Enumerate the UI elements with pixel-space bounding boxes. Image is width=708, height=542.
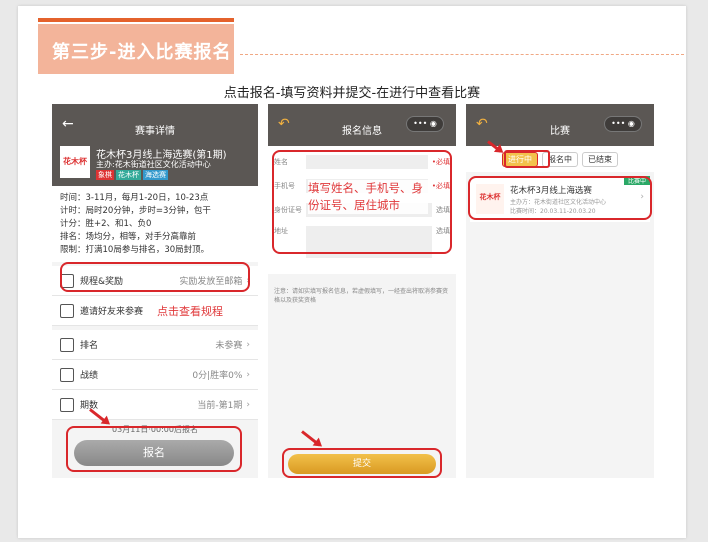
divider (240, 54, 684, 55)
event-organizer: 主办:花木街道社区文化活动中心 (96, 160, 211, 169)
menu-capsule[interactable]: ••• ◉ (406, 116, 444, 132)
highlight-rules (60, 262, 250, 292)
share-icon (60, 303, 74, 318)
record-icon (60, 367, 74, 382)
event-details: 时间：3-11月，每月1-20日，10-23点 计时：局时20分钟，步时=3分钟… (52, 186, 258, 262)
phone-event-detail: ← 赛事详情 花木杯 花木杯3月线上海选赛(第1期) 主办:花木街道社区文化活动… (52, 104, 258, 478)
calendar-icon (60, 397, 74, 412)
highlight-tab (504, 150, 550, 168)
tag: 海选赛 (143, 170, 168, 180)
menu-capsule[interactable]: ••• ◉ (604, 116, 642, 132)
notice: 注意：请如实填写报名信息，若虚假填写，一经查出将取消参赛资格以及获奖资格 (268, 278, 456, 448)
highlight-form (272, 150, 452, 254)
invite-label: 邀请好友来参赛 (80, 307, 144, 317)
chevron-right-icon: › (246, 339, 250, 350)
rank-row[interactable]: 排名 未参赛 › (52, 330, 258, 360)
phone-signup-form: ↶ 报名信息 ••• ◉ 姓名 •必填 手机号 •必填 身份证号 选填 地址 选填 填写… (268, 104, 456, 478)
highlight-card (468, 176, 652, 220)
rank-value: 未参赛 (215, 341, 243, 351)
detail-line: 限制：打满10局参与排名，30局封顶。 (60, 245, 210, 255)
period-row[interactable]: 期数 当前-第1期 › (52, 390, 258, 420)
chevron-right-icon: › (246, 399, 250, 410)
tag-list: 象棋 花木杯 海选赛 (96, 170, 168, 180)
rank-icon (60, 337, 74, 352)
highlight-submit (282, 448, 442, 478)
highlight-signup (66, 426, 242, 472)
nav-bar: ↶ 报名信息 ••• ◉ (268, 104, 456, 146)
tag: 花木杯 (116, 170, 141, 180)
record-label: 战绩 (80, 371, 99, 381)
detail-line: 计时：局时20分钟，步时=3分钟，包干 (60, 206, 211, 216)
rank-label: 排名 (80, 341, 99, 351)
rules-hint: 点击查看规程 (157, 304, 224, 318)
detail-line: 排名：场均分，相等，对手分高靠前 (60, 232, 197, 242)
tutorial-sheet: 第三步-进入比赛报名 点击报名-填写资料并提交-在进行中查看比赛 ← 赛事详情 … (18, 6, 686, 538)
record-row[interactable]: 战绩 0分|胜率0% › (52, 360, 258, 390)
tag: 象棋 (96, 170, 114, 180)
detail-line: 时间：3-11月，每月1-20日，10-23点 (60, 193, 209, 203)
phone-matches: ↶ 比赛 ••• ◉ 进行中 报名中 已结束 比赛中 花木杯 花木杯3月线上海选… (466, 104, 654, 478)
event-logo: 花木杯 (60, 146, 90, 178)
step-title: 第三步-进入比赛报名 (38, 18, 234, 74)
record-value: 0分|胜率0% (192, 371, 243, 381)
nav-title: 赛事详情 (135, 126, 175, 137)
detail-line: 计分：胜+2、和1、负0 (60, 219, 152, 229)
tab-finished[interactable]: 已结束 (582, 151, 618, 167)
nav-bar: ↶ 比赛 ••• ◉ (466, 104, 654, 146)
period-value: 当前-第1期 (197, 401, 243, 411)
caption: 点击报名-填写资料并提交-在进行中查看比赛 (223, 86, 481, 101)
invite-row[interactable]: 邀请好友来参赛 点击查看规程 (52, 296, 258, 326)
chevron-right-icon: › (246, 369, 250, 380)
event-header: 花木杯 花木杯3月线上海选赛(第1期) 主办:花木街道社区文化活动中心 象棋 花… (52, 146, 258, 186)
nav-bar: ← 赛事详情 (52, 104, 258, 146)
